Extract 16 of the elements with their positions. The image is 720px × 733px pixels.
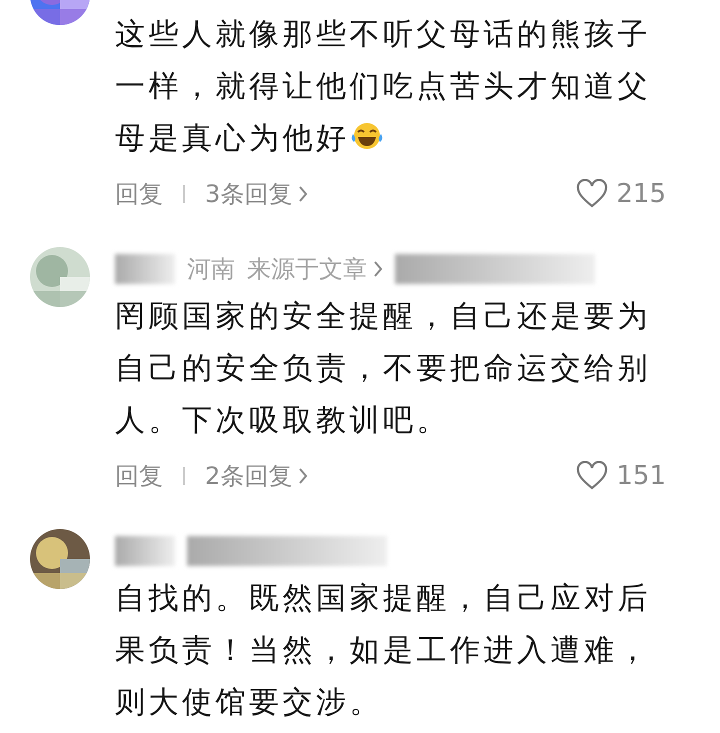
like-count: 215 [616,178,666,210]
like-count: 151 [616,460,666,492]
source-link[interactable]: 来源于文章 [247,251,383,287]
reply-link[interactable]: 回复 [115,458,163,494]
replies-link[interactable]: 2条回复 [205,458,308,494]
comment-text: 这些人就像那些不听父母话的熊孩子一样，就得让他们吃点苦头才知道父母是真心为他好 [115,16,652,158]
comment-text: 自找的。既然国家提醒，自己应对后果负责！当然，如是工作进入遭难，则大使馆要交涉。 [115,580,652,722]
chevron-right-icon [373,260,383,278]
heart-icon[interactable] [576,179,608,209]
chevron-right-icon [298,467,308,485]
comment-text: 罔顾国家的安全提醒，自己还是要为自己的安全负责，不要把命运交给别人。下次吸取教训吧。 [115,298,652,440]
reply-link[interactable]: 回复 [115,176,163,212]
heart-icon[interactable] [576,461,608,491]
chevron-right-icon [298,185,308,203]
location-text: 河南 [187,254,235,285]
replies-link[interactable]: 3条回复 [205,176,308,212]
